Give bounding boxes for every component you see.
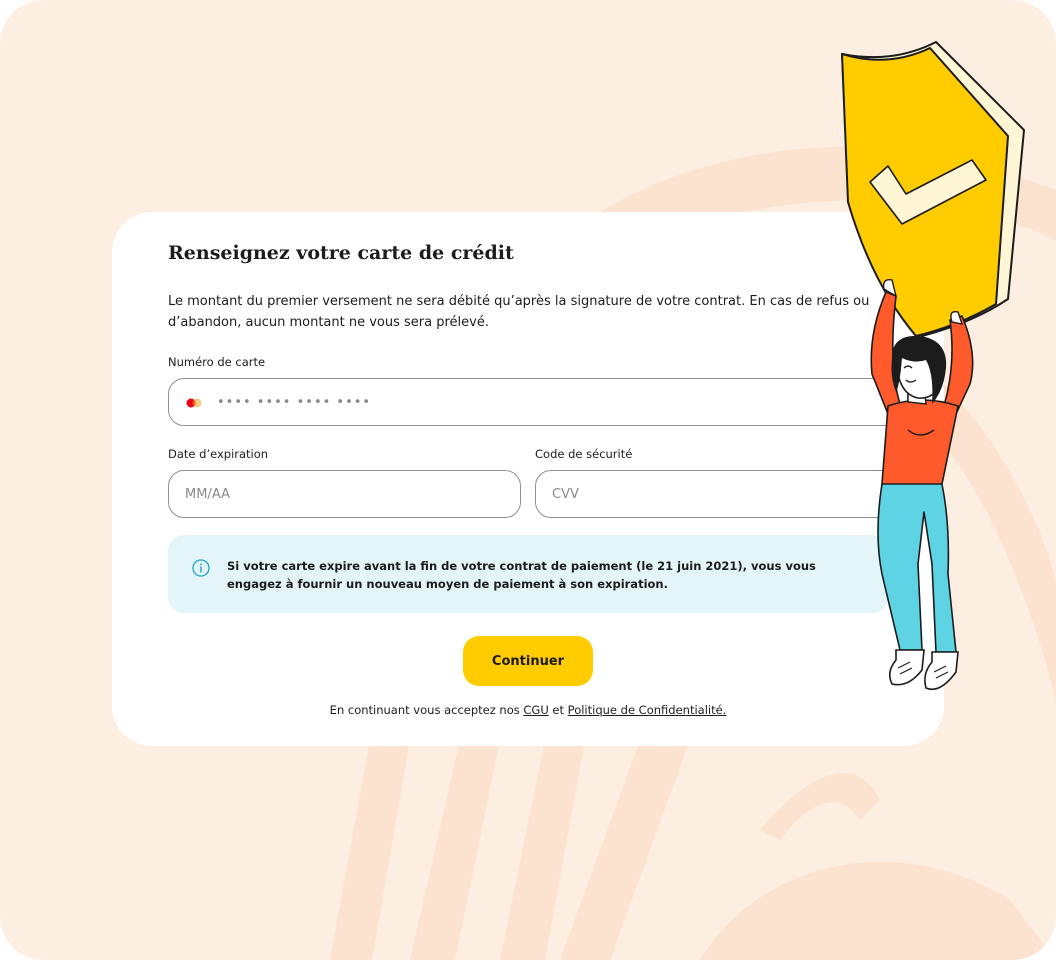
info-icon: [192, 559, 210, 577]
shield-illustration: [841, 41, 1025, 691]
info-text: Si votre carte expire avant la fin de vo…: [227, 559, 816, 591]
cgu-link[interactable]: CGU: [523, 703, 548, 717]
expiry-label: Date d’expiration: [168, 447, 269, 461]
privacy-policy-link[interactable]: Politique de Confidentialité.: [568, 703, 727, 717]
card-brand-icon: [186, 398, 202, 408]
info-banner: Si votre carte expire avant la fin de vo…: [168, 535, 888, 613]
page-background: Renseignez votre carte de crédit Le mont…: [0, 0, 1056, 960]
legal-notice: En continuant vous acceptez nos CGU et P…: [112, 703, 944, 717]
expiry-input[interactable]: [183, 471, 506, 517]
legal-prefix: En continuant vous acceptez nos: [329, 703, 520, 717]
form-description: Le montant du premier versement ne sera …: [168, 294, 870, 330]
cvv-label: Code de sécurité: [535, 447, 633, 461]
woman-figure: [870, 279, 974, 691]
expiry-field[interactable]: [168, 470, 521, 518]
card-number-label: Numéro de carte: [168, 355, 266, 369]
card-number-field[interactable]: [168, 378, 908, 426]
credit-card-form: Renseignez votre carte de crédit Le mont…: [112, 212, 944, 746]
form-title: Renseignez votre carte de crédit: [168, 242, 514, 264]
card-number-input[interactable]: [215, 379, 891, 425]
legal-connector: et: [552, 703, 565, 717]
shield-check-icon: [841, 41, 1025, 337]
continue-button[interactable]: Continuer: [463, 636, 593, 686]
